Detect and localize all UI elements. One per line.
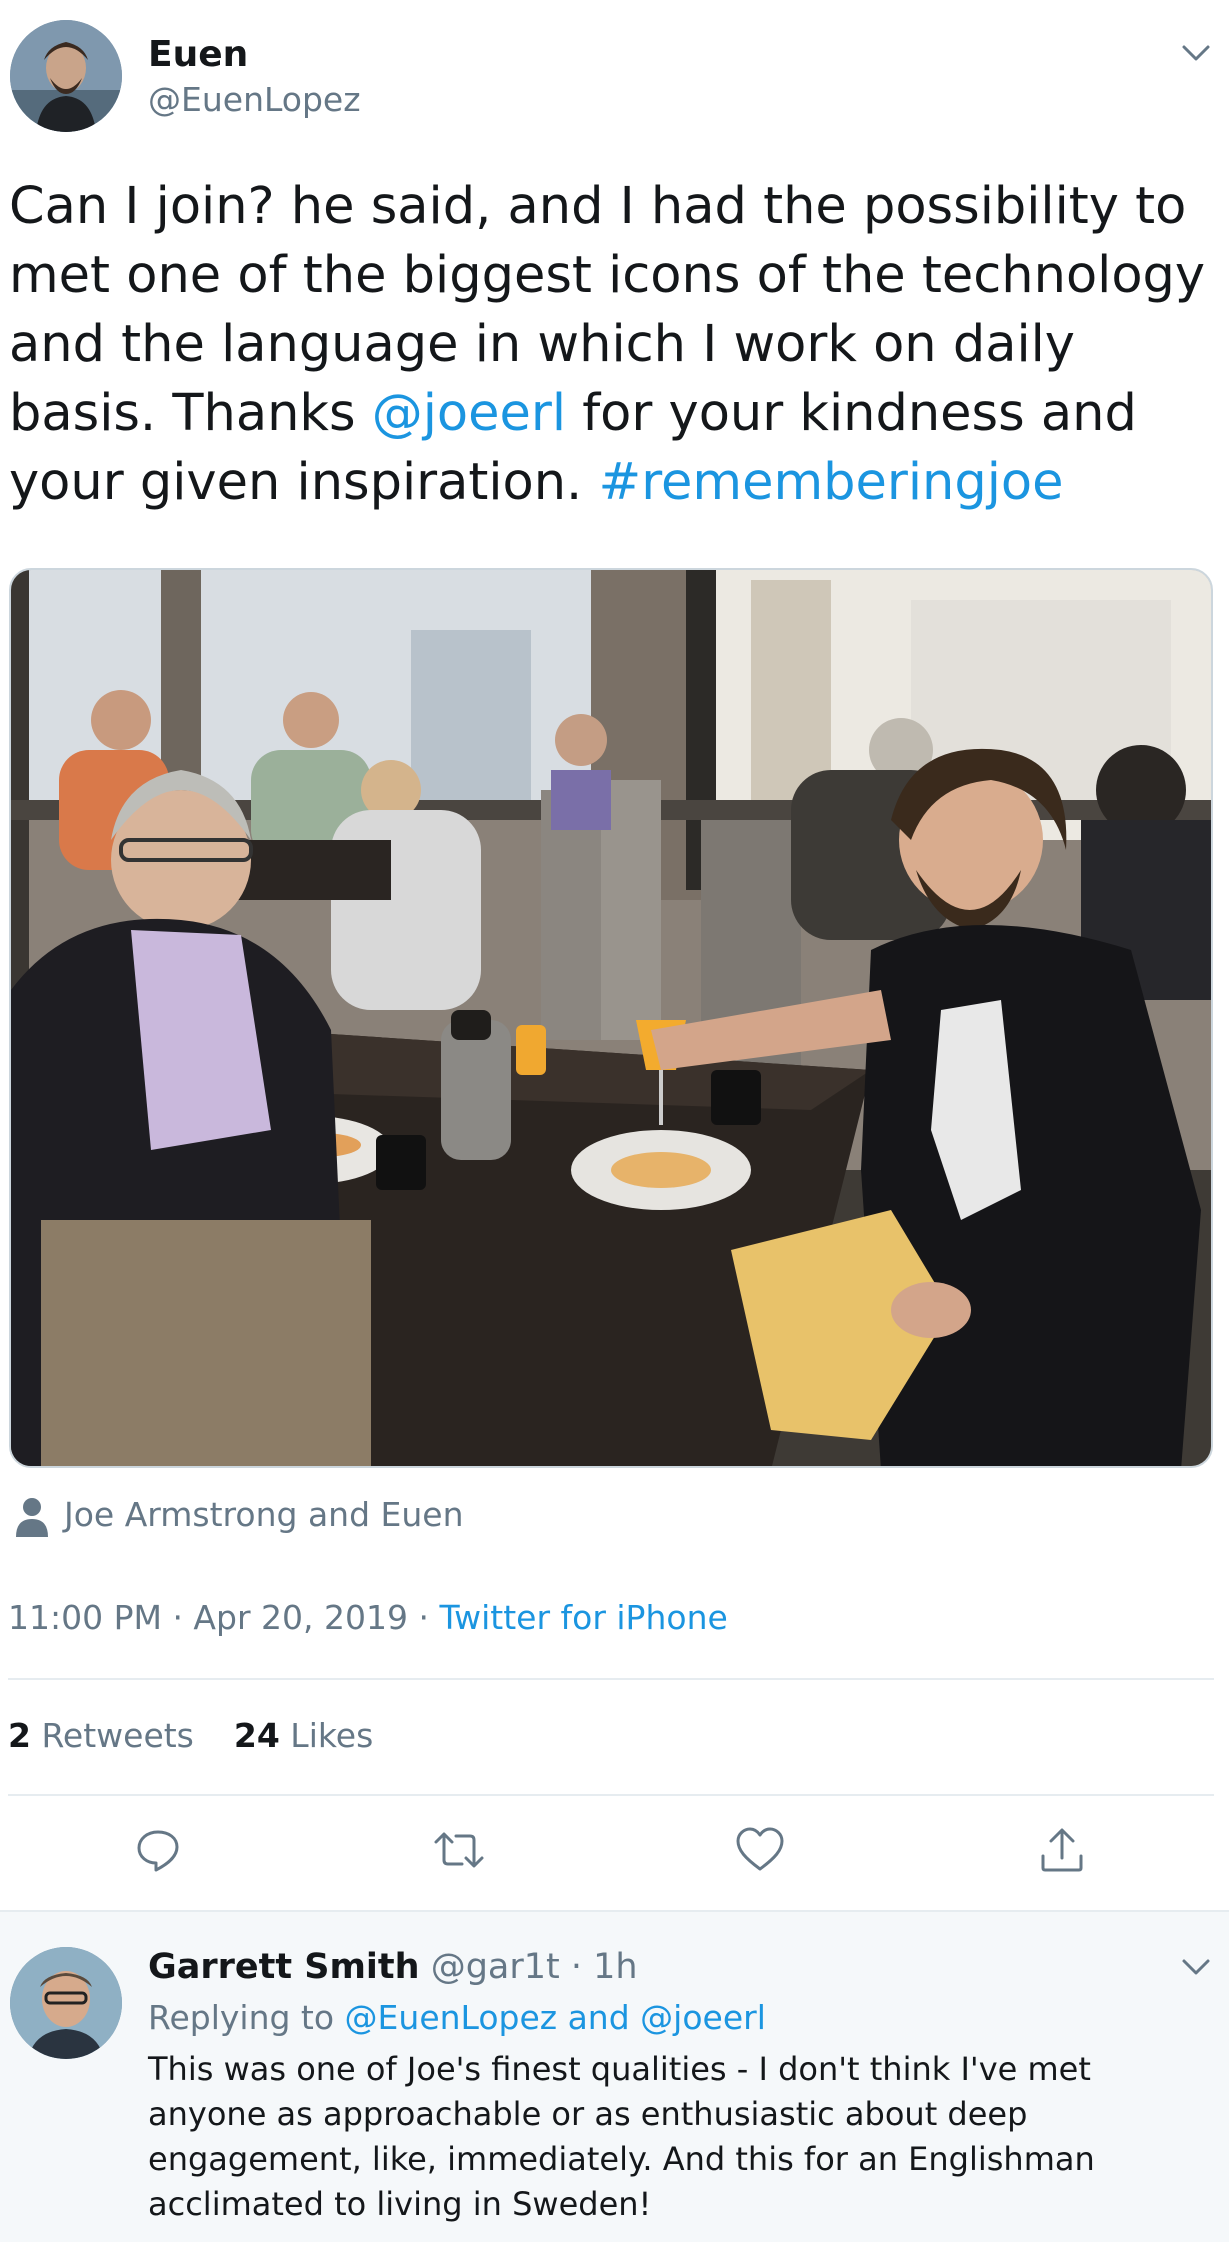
tweet-stats: 2 Retweets 24 Likes [8, 1716, 373, 1755]
tweet-actions [0, 1820, 1229, 1890]
author-name[interactable]: Euen [148, 34, 248, 75]
like-button[interactable] [730, 1820, 790, 1880]
likes-label: Likes [279, 1716, 374, 1755]
reply-button[interactable] [128, 1820, 188, 1880]
replying-to: Replying to @EuenLopez and @joeerl [148, 1998, 766, 2037]
retweet-icon [434, 1832, 484, 1868]
reply-header: Garrett Smith @gar1t · 1h [148, 1947, 638, 1987]
like-icon [736, 1827, 784, 1871]
replying-to-links[interactable]: @EuenLopez and @joeerl [345, 1998, 766, 2037]
retweet-button[interactable] [429, 1820, 489, 1880]
reply-author-avatar[interactable] [10, 1947, 122, 2059]
tweet-source-link[interactable]: Twitter for iPhone [439, 1598, 727, 1637]
reply-author-name[interactable]: Garrett Smith [148, 1947, 420, 1987]
share-icon [1041, 1828, 1083, 1872]
divider [8, 1678, 1214, 1680]
mention-link[interactable]: @joeerl [372, 384, 566, 443]
main-tweet: Euen @EuenLopez Can I join? he said, and… [0, 0, 1229, 1910]
divider [8, 1794, 1214, 1796]
share-button[interactable] [1032, 1820, 1092, 1880]
retweets-stat[interactable]: 2 Retweets [8, 1716, 194, 1755]
avatar-photo [10, 1947, 122, 2059]
author-handle[interactable]: @EuenLopez [148, 80, 361, 119]
reply-menu-chevron-down-icon[interactable] [1176, 1952, 1216, 1982]
person-icon [16, 1498, 48, 1537]
tweet-menu-chevron-down-icon[interactable] [1176, 38, 1216, 68]
reply-author-meta[interactable]: @gar1t · 1h [420, 1947, 638, 1987]
reply-text: This was one of Joe's finest qualities -… [148, 2050, 1095, 2223]
retweets-count: 2 [8, 1716, 31, 1755]
tweet-photo[interactable] [9, 568, 1213, 1468]
avatar-photo [10, 20, 122, 132]
reply-icon [137, 1830, 179, 1872]
tweet-text: Can I join? he said, and I had the possi… [9, 172, 1224, 517]
tweet-timestamp[interactable]: 11:00 PM · Apr 20, 2019 · [8, 1598, 439, 1637]
tweet-meta: 11:00 PM · Apr 20, 2019 · Twitter for iP… [8, 1598, 728, 1637]
restaurant-photo [11, 570, 1211, 1466]
author-avatar[interactable] [10, 20, 122, 132]
likes-stat[interactable]: 24 Likes [234, 1716, 373, 1755]
likes-count: 24 [233, 1716, 280, 1755]
retweets-label: Retweets [30, 1716, 194, 1755]
hashtag-link[interactable]: #rememberingjoe [598, 453, 1063, 512]
replying-to-prefix: Replying to [148, 1998, 345, 2037]
tagged-people-text: Joe Armstrong and Euen [64, 1495, 464, 1534]
